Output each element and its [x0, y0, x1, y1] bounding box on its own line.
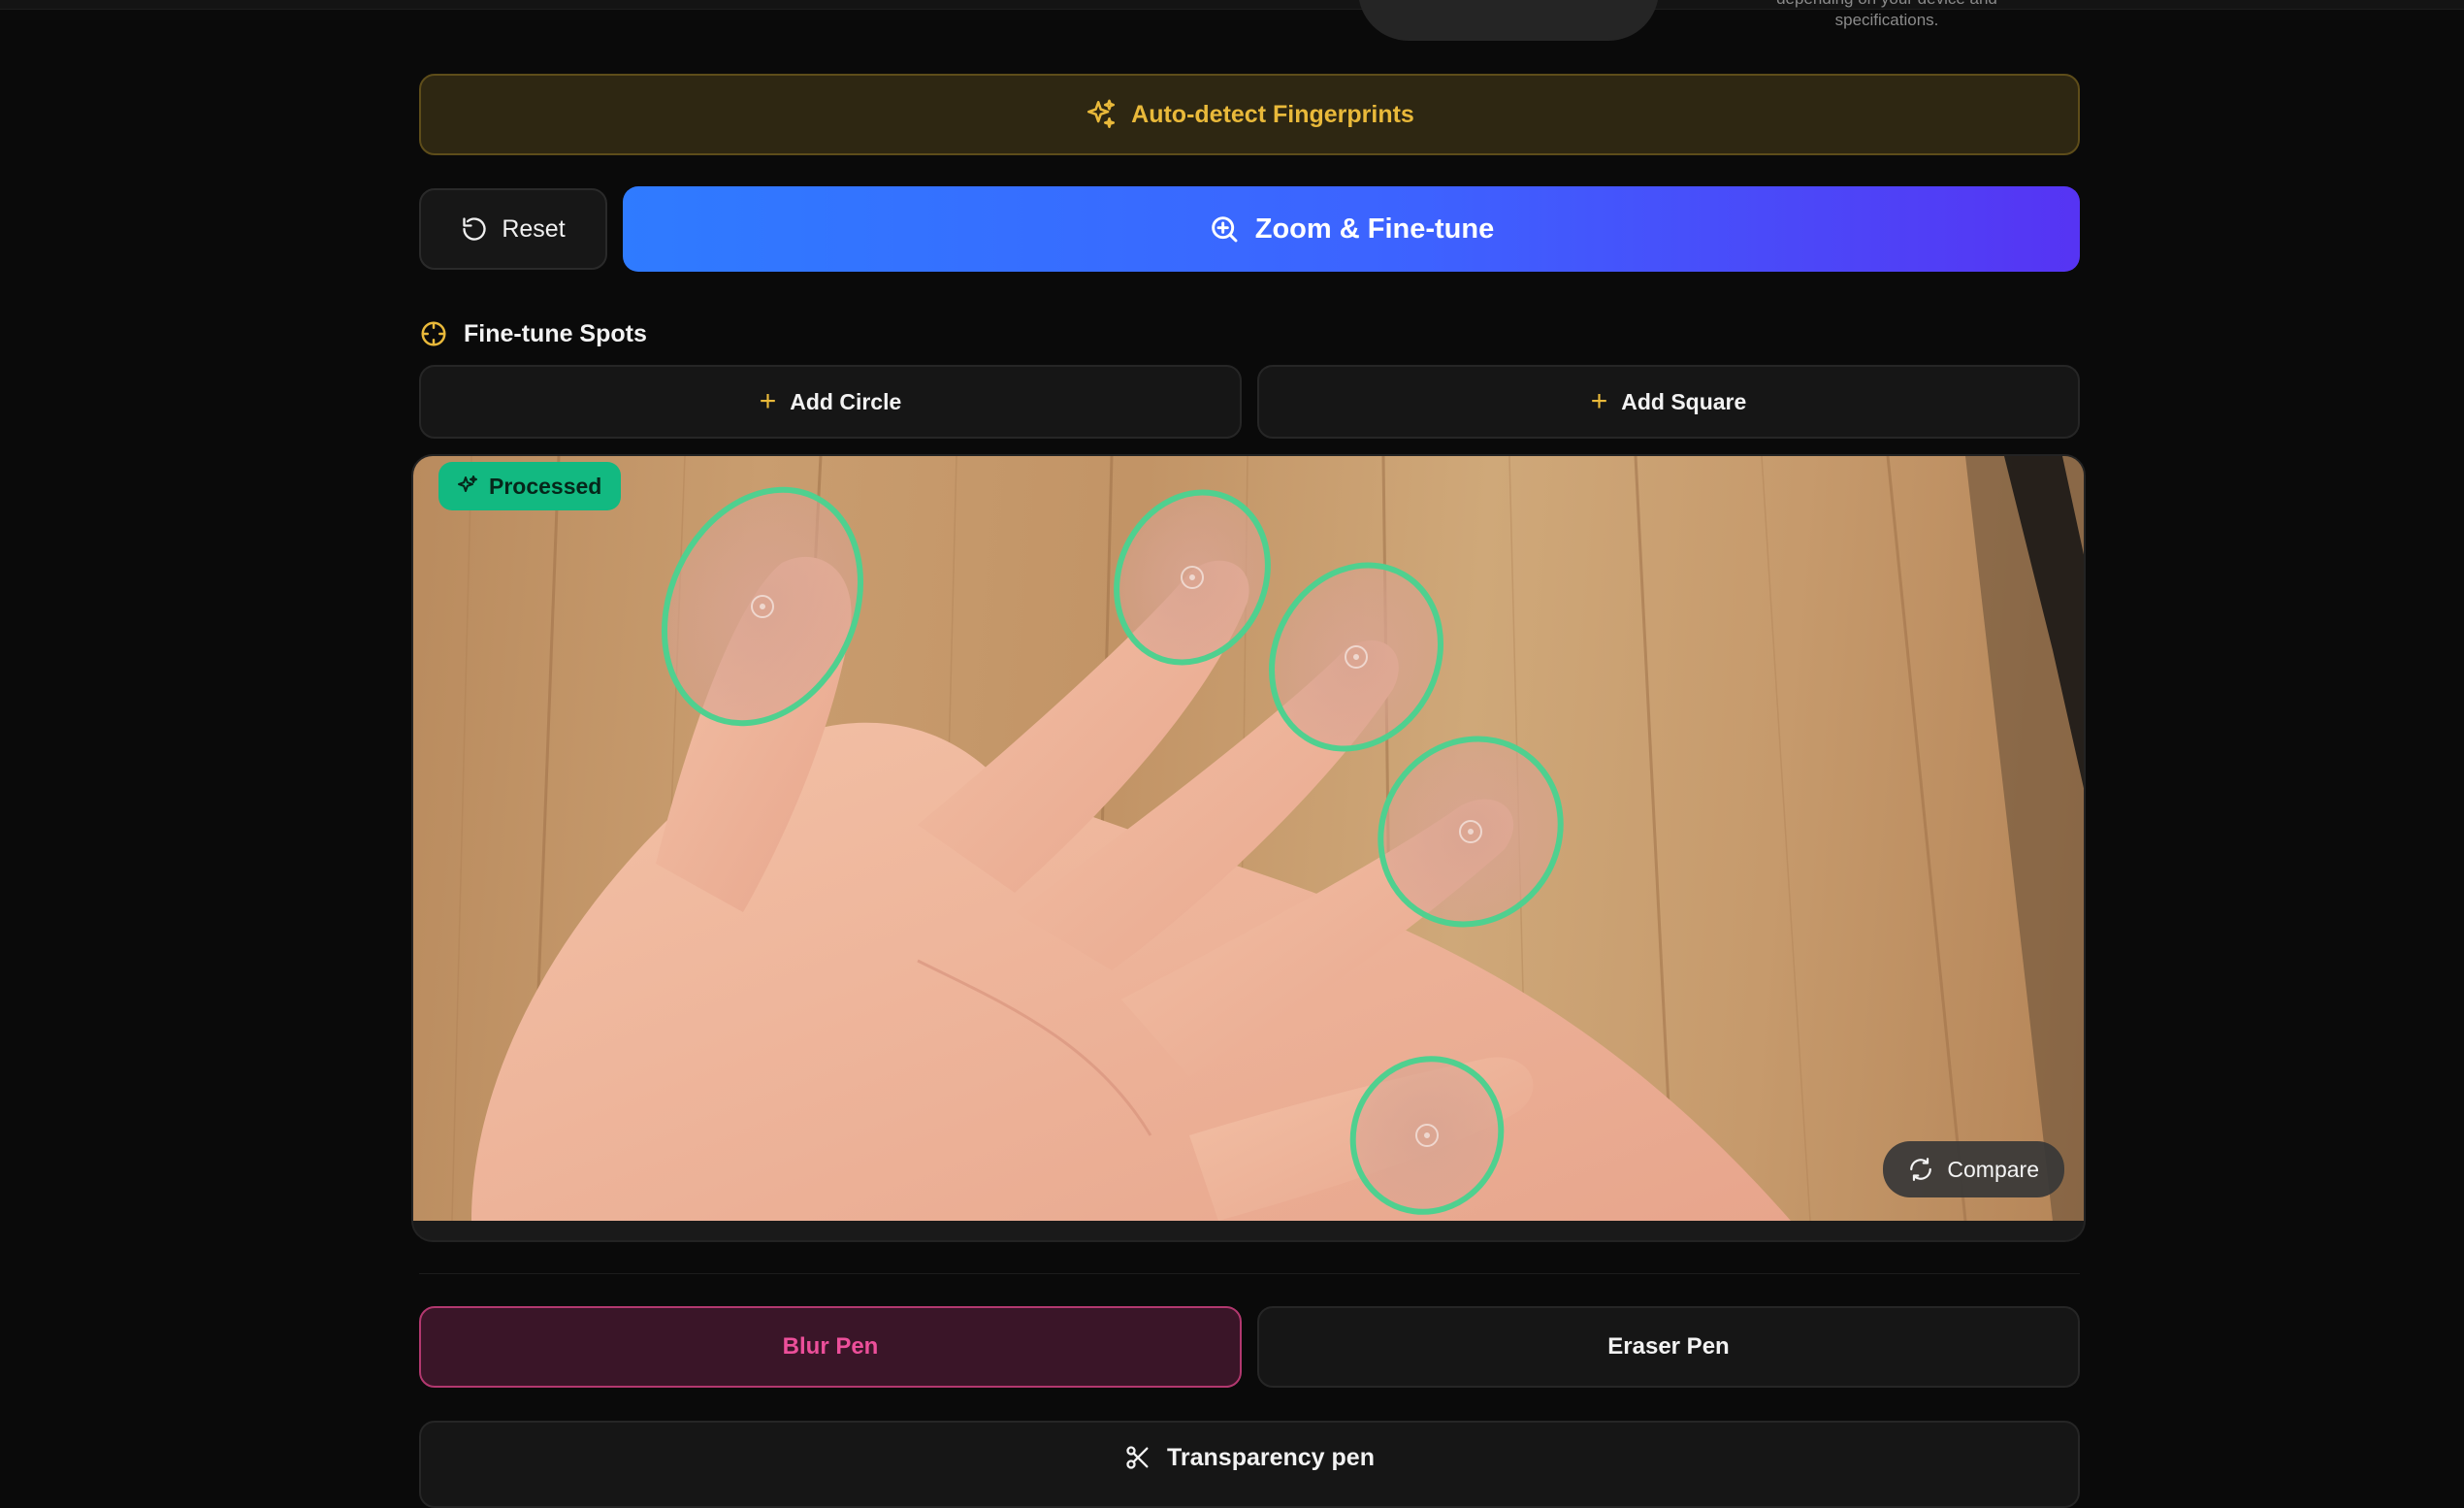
top-edge-bar	[0, 0, 2464, 10]
sparkles-icon	[1085, 98, 1118, 131]
rotate-ccw-icon	[461, 215, 488, 243]
compare-button[interactable]: Compare	[1883, 1141, 2064, 1197]
top-partial-button[interactable]	[1358, 0, 1659, 41]
hand-photo-illustration	[451, 456, 2084, 1221]
fine-tune-spots-title: Fine-tune Spots	[464, 319, 647, 347]
add-circle-button[interactable]: + Add Circle	[419, 365, 1242, 439]
compare-label: Compare	[1947, 1156, 2039, 1182]
zoom-fine-tune-button[interactable]: Zoom & Fine-tune	[623, 186, 2080, 272]
crosshair-icon	[419, 319, 448, 348]
zoom-in-icon	[1209, 213, 1240, 245]
device-note-line1: depending on your device and	[1707, 0, 2066, 10]
auto-detect-label: Auto-detect Fingerprints	[1131, 100, 1414, 128]
eraser-pen-label: Eraser Pen	[1607, 1333, 1730, 1360]
device-note: depending on your device and specificati…	[1707, 0, 2066, 31]
reset-label: Reset	[502, 214, 566, 243]
add-square-button[interactable]: + Add Square	[1257, 365, 2080, 439]
processed-hand-photo[interactable]: Processed Compare	[413, 456, 2084, 1221]
transparency-pen-label: Transparency pen	[1167, 1444, 1375, 1471]
add-circle-label: Add Circle	[790, 388, 902, 414]
device-note-line2: specifications.	[1834, 11, 1939, 29]
zoom-fine-tune-label: Zoom & Fine-tune	[1254, 213, 1495, 245]
scissors-icon	[1124, 1444, 1151, 1471]
reset-button[interactable]: Reset	[419, 188, 607, 270]
auto-detect-fingerprints-button[interactable]: Auto-detect Fingerprints	[419, 74, 2080, 155]
plus-icon: +	[1590, 385, 1608, 417]
preview-canvas[interactable]: Processed Compare	[411, 454, 2086, 1242]
blur-pen-label: Blur Pen	[782, 1333, 879, 1360]
section-divider	[419, 1273, 2080, 1274]
fine-tune-spots-header: Fine-tune Spots	[419, 318, 647, 349]
plus-icon: +	[759, 385, 777, 417]
eraser-pen-button[interactable]: Eraser Pen	[1257, 1306, 2080, 1388]
add-square-label: Add Square	[1621, 388, 1747, 414]
processed-badge: Processed	[438, 462, 622, 510]
processed-label: Processed	[489, 473, 602, 499]
transparency-pen-button[interactable]: Transparency pen	[419, 1421, 2080, 1508]
sparkles-icon	[456, 475, 479, 498]
refresh-icon	[1908, 1157, 1933, 1182]
blur-pen-button[interactable]: Blur Pen	[419, 1306, 1242, 1388]
